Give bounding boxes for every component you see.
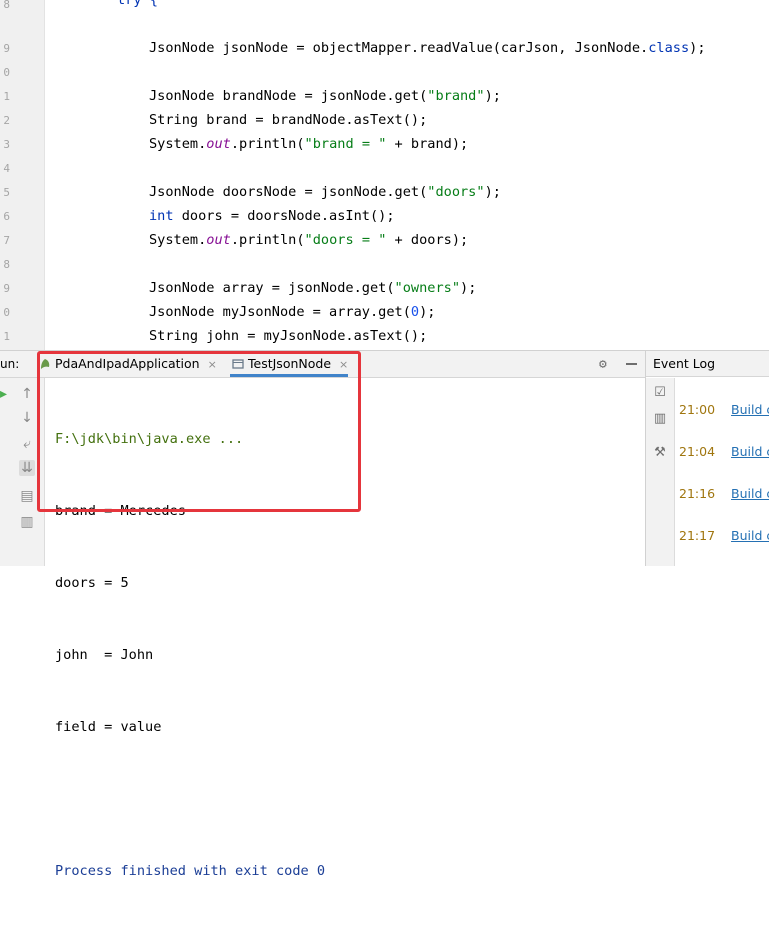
event-log-entry: 21:00 Build co bbox=[679, 402, 769, 417]
event-log-toolbar: ☑ ▥ ⚒ bbox=[646, 378, 675, 566]
code-line: int doors = doorsNode.asInt(); bbox=[149, 208, 395, 224]
event-link[interactable]: Build co bbox=[731, 402, 769, 417]
arrow-up-icon[interactable]: ↑ bbox=[19, 386, 35, 402]
rerun-icon[interactable]: ▸ bbox=[0, 386, 7, 402]
console-line: field = value bbox=[55, 719, 162, 735]
console-line: doors = 5 bbox=[55, 575, 129, 591]
run-tab-bar: un: PdaAndIpadApplication × TestJsonNode ×… bbox=[0, 351, 645, 378]
line-number: 1 bbox=[3, 330, 10, 343]
run-toolbar: ↑ ↓ ⤶ ⇊ ▤ ▥ ▸ bbox=[0, 378, 45, 566]
console-line: brand = Mercedes bbox=[55, 503, 186, 519]
console-command-line: F:\jdk\bin\java.exe ... bbox=[55, 431, 244, 447]
line-number: 8 bbox=[3, 258, 10, 271]
code-editor[interactable]: 8 9 0 1 2 3 4 5 6 7 8 9 0 1 try { JsonNo… bbox=[0, 0, 769, 350]
tab-test-json-node[interactable]: TestJsonNode × bbox=[230, 351, 349, 377]
event-time: 21:00 bbox=[679, 402, 716, 417]
code-line: JsonNode brandNode = jsonNode.get("brand… bbox=[149, 88, 501, 104]
tab-pda-and-ipad-application[interactable]: PdaAndIpadApplication × bbox=[37, 351, 217, 377]
code-line-try: try { bbox=[117, 0, 158, 8]
close-icon[interactable]: × bbox=[339, 358, 348, 371]
scroll-to-end-icon[interactable]: ⇊ bbox=[19, 460, 35, 476]
console-output[interactable]: F:\jdk\bin\java.exe ... brand = Mercedes… bbox=[55, 379, 325, 931]
code-line: System.out.println("brand = " + brand); bbox=[149, 136, 469, 152]
line-number-gutter: 8 9 0 1 2 3 4 5 6 7 8 9 0 1 bbox=[0, 0, 45, 350]
event-link[interactable]: Build co bbox=[731, 528, 769, 543]
tab-label: PdaAndIpadApplication bbox=[55, 356, 200, 371]
minimize-icon[interactable] bbox=[626, 363, 637, 365]
line-number: 3 bbox=[3, 138, 10, 151]
code-line: System.out.println("doors = " + doors); bbox=[149, 232, 469, 248]
run-label: un: bbox=[0, 357, 20, 371]
line-number: 6 bbox=[3, 210, 10, 223]
event-link[interactable]: Build co bbox=[731, 486, 769, 501]
soft-wrap-icon[interactable]: ⤶ bbox=[19, 436, 35, 452]
event-time: 21:17 bbox=[679, 528, 716, 543]
event-log-panel: Event Log ☑ ▥ ⚒ 21:00 Build co 21:04 Build… bbox=[645, 350, 769, 566]
run-config-icon bbox=[41, 359, 50, 369]
code-line: JsonNode doorsNode = jsonNode.get("doors… bbox=[149, 184, 501, 200]
line-number: 9 bbox=[3, 42, 10, 55]
code-line: JsonNode jsonNode = objectMapper.readVal… bbox=[149, 40, 706, 56]
event-log-entry: 21:17 Build co bbox=[679, 528, 769, 543]
line-number: 0 bbox=[3, 306, 10, 319]
arrow-down-icon[interactable]: ↓ bbox=[19, 410, 35, 426]
code-line: String brand = brandNode.asText(); bbox=[149, 112, 428, 128]
event-log-entry: 21:04 Build co bbox=[679, 444, 769, 459]
line-number: 2 bbox=[3, 114, 10, 127]
console-line: john = John bbox=[55, 647, 154, 663]
trash-icon[interactable]: ▥ bbox=[19, 514, 35, 530]
print-icon[interactable]: ▤ bbox=[19, 488, 35, 504]
line-number: 8 bbox=[3, 0, 10, 11]
event-log-entry: 21:16 Build co bbox=[679, 486, 769, 501]
line-number: 9 bbox=[3, 282, 10, 295]
code-line: String john = myJsonNode.asText(); bbox=[149, 328, 428, 344]
code-line: JsonNode array = jsonNode.get("owners"); bbox=[149, 280, 477, 296]
line-number: 1 bbox=[3, 90, 10, 103]
trash-icon[interactable]: ▥ bbox=[653, 412, 667, 426]
event-time: 21:16 bbox=[679, 486, 716, 501]
line-number: 0 bbox=[3, 66, 10, 79]
mark-read-icon[interactable]: ☑ bbox=[653, 386, 667, 400]
gear-icon[interactable]: ⚙ bbox=[599, 357, 607, 372]
event-link[interactable]: Build co bbox=[731, 444, 769, 459]
process-exit-message: Process finished with exit code 0 bbox=[55, 863, 326, 879]
line-number: 5 bbox=[3, 186, 10, 199]
tab-label: TestJsonNode bbox=[248, 356, 332, 371]
wrench-icon[interactable]: ⚒ bbox=[653, 446, 667, 460]
event-time: 21:04 bbox=[679, 444, 716, 459]
line-number: 4 bbox=[3, 162, 10, 175]
close-icon[interactable]: × bbox=[208, 358, 217, 371]
event-log-title: Event Log bbox=[646, 351, 769, 377]
line-number: 7 bbox=[3, 234, 10, 247]
console-icon bbox=[232, 359, 244, 369]
code-line: JsonNode myJsonNode = array.get(0); bbox=[149, 304, 436, 320]
run-tool-window: un: PdaAndIpadApplication × TestJsonNode ×… bbox=[0, 350, 645, 879]
